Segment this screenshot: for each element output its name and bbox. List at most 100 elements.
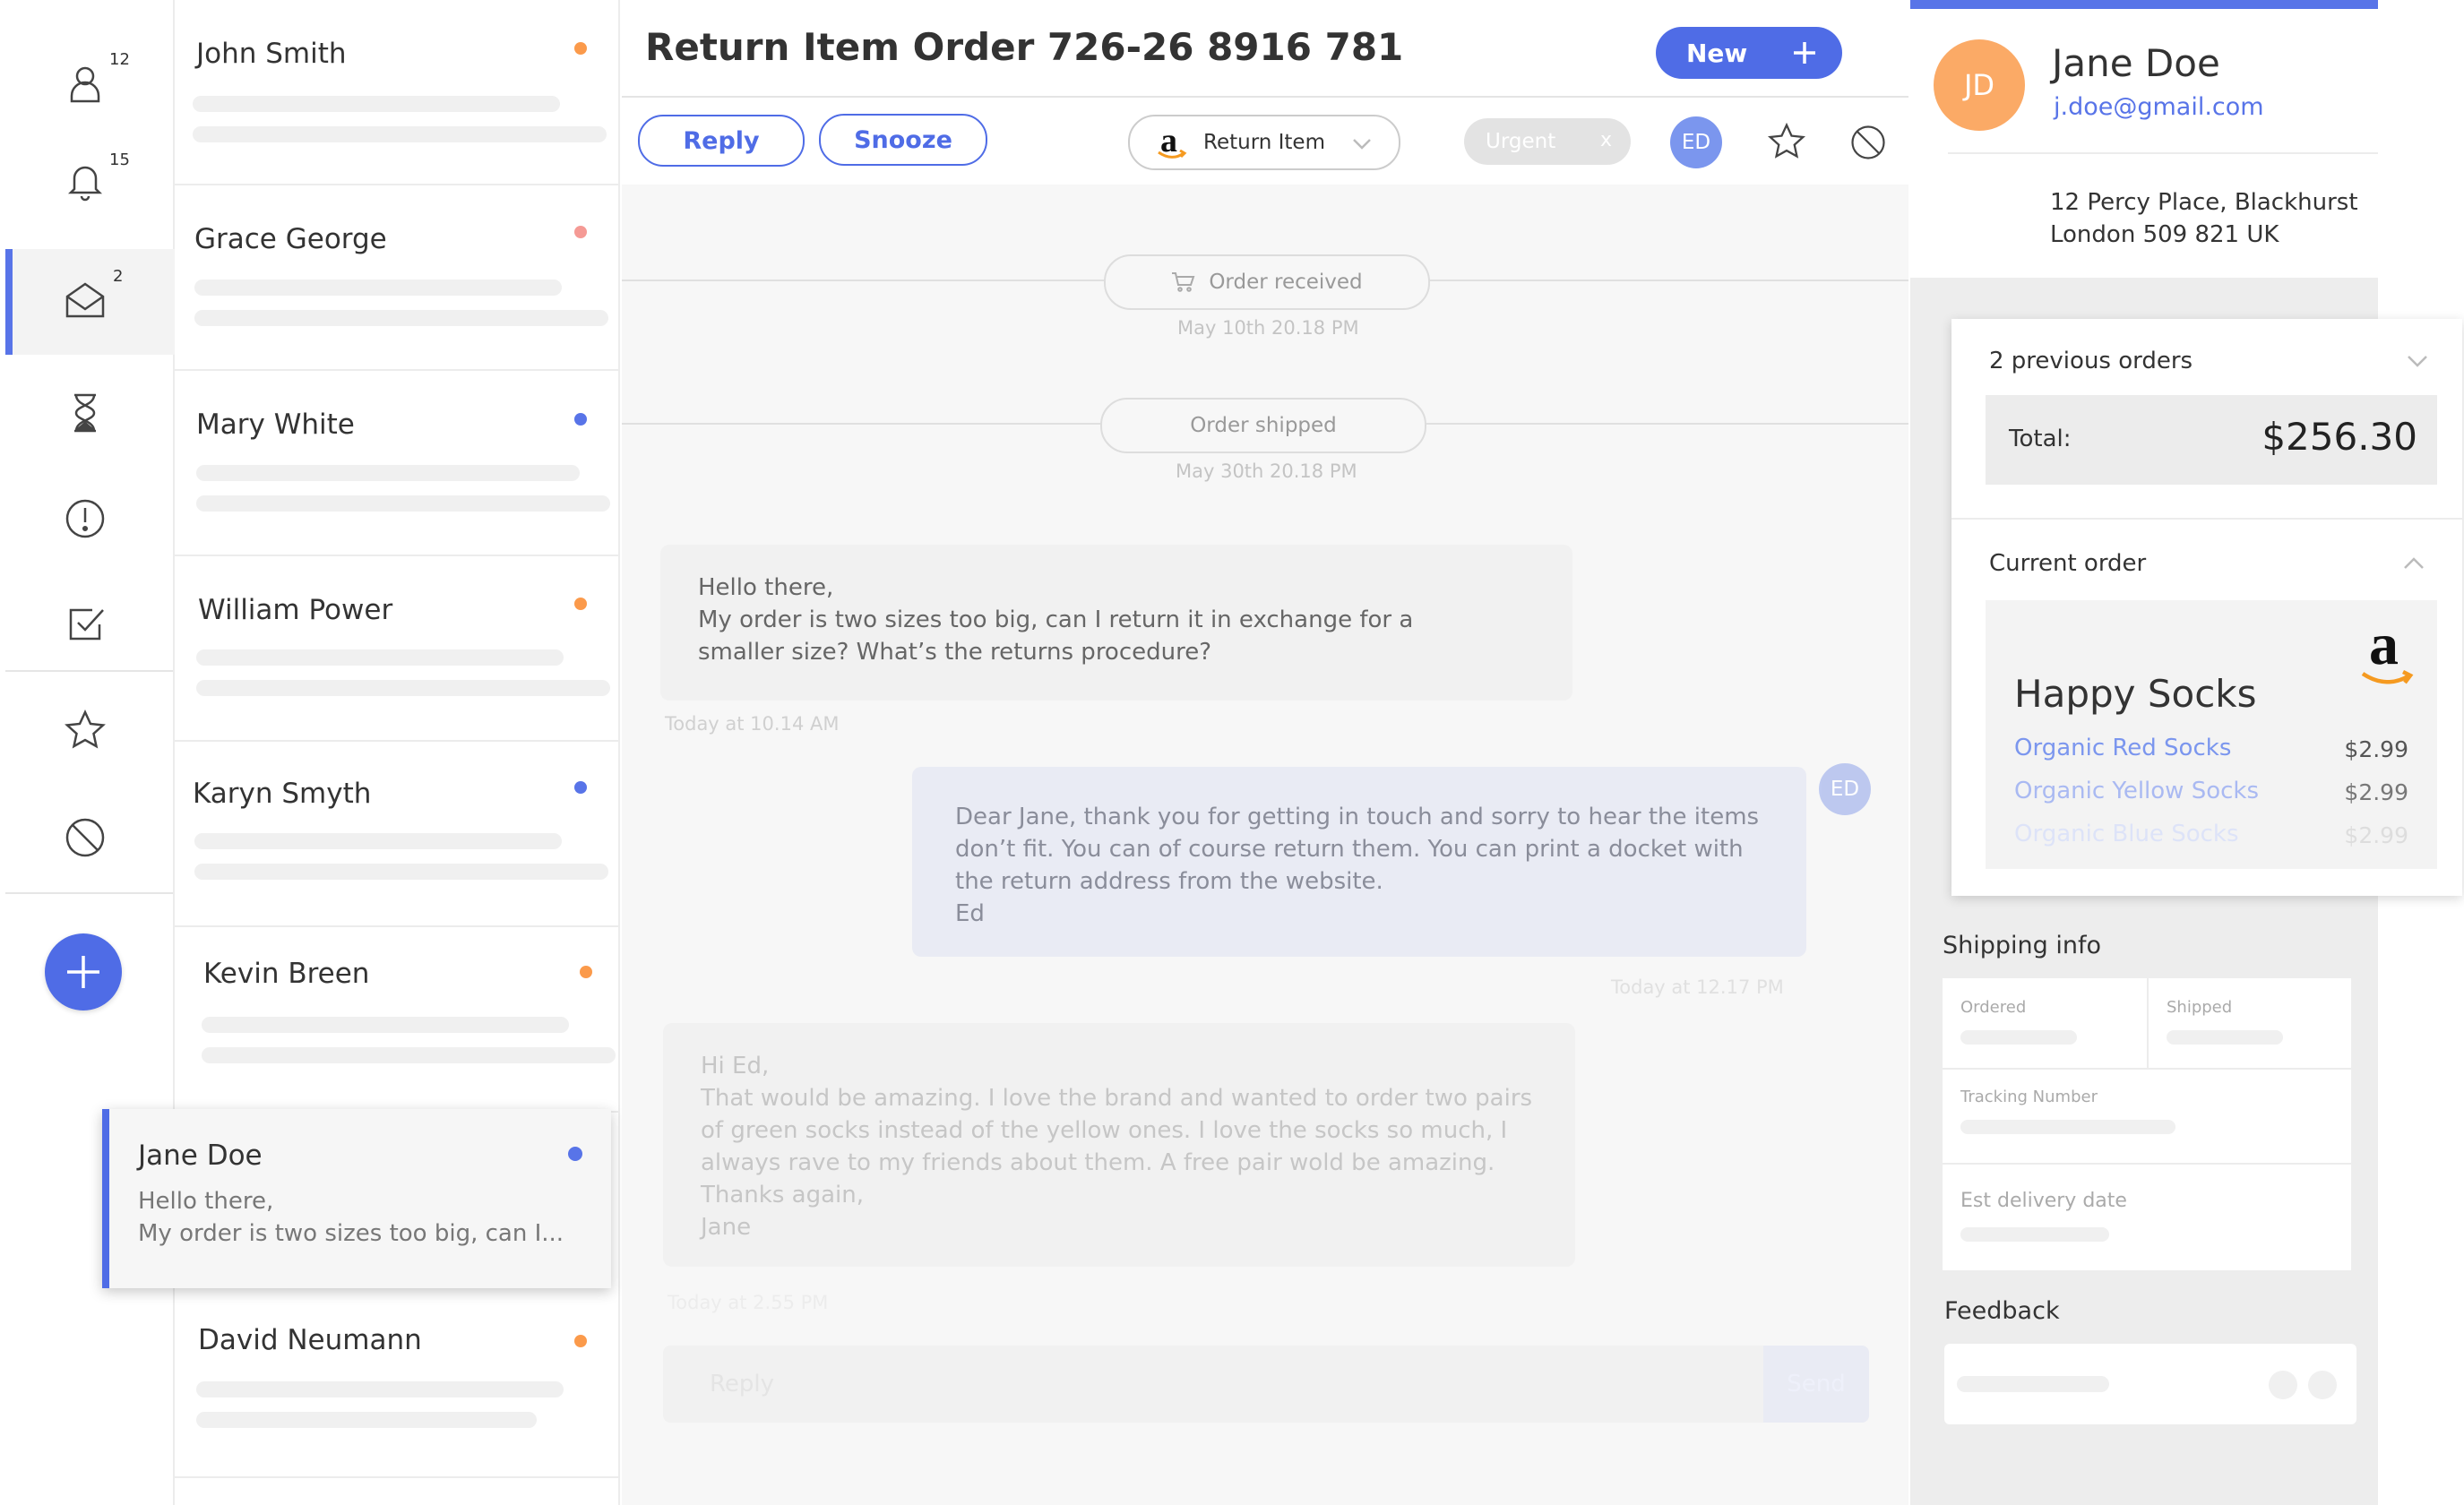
status-dot	[574, 413, 587, 426]
status-dot	[574, 1335, 587, 1347]
bell-icon	[67, 166, 103, 202]
customer-avatar: JD	[1934, 39, 2025, 131]
order-item-price: $2.99	[2344, 736, 2408, 762]
message-line: the return address from the website.	[955, 868, 1383, 895]
rail-divider	[5, 892, 173, 894]
amazon-logo-icon: a	[1158, 124, 1187, 160]
contact-item[interactable]: Kevin Breen	[175, 927, 620, 1113]
block-icon	[65, 818, 105, 857]
message-line: Thanks again,	[701, 1182, 864, 1208]
order-item-name[interactable]: Organic Yellow Socks	[2014, 778, 2259, 804]
inbox-badge: 2	[113, 267, 124, 286]
customer-email[interactable]: j.doe@gmail.com	[2054, 93, 2264, 121]
tracking-label: Tracking Number	[1960, 1088, 2098, 1106]
status-dot	[568, 1147, 582, 1161]
agent-avatar: ED	[1819, 763, 1871, 815]
shipping-card: Ordered Shipped Tracking Number Est deli…	[1943, 978, 2351, 1270]
block-icon[interactable]	[1849, 124, 1887, 161]
star-icon	[65, 710, 106, 749]
contact-item-selected[interactable]: Jane Doe Hello there, My order is two si…	[102, 1109, 611, 1288]
address-line: 12 Percy Place, Blackhurst	[2050, 189, 2358, 216]
status-dot	[574, 42, 587, 55]
rail-starred[interactable]	[36, 681, 134, 779]
rail-contacts[interactable]: 12	[36, 34, 134, 133]
plus-icon	[1794, 42, 1815, 64]
customer-address: 12 Percy Place, Blackhurst London 509 82…	[2050, 186, 2358, 251]
contact-item[interactable]: Karyn Smyth	[175, 742, 620, 927]
message-line: Jane	[701, 1214, 752, 1241]
message-line: don’t fit. You can of course return them…	[955, 836, 1744, 863]
hourglass-icon	[74, 393, 96, 433]
message-line: smaller size? What’s the returns procedu…	[698, 639, 1212, 666]
contact-name: Jane Doe	[138, 1140, 263, 1172]
contact-name: David Neumann	[198, 1324, 422, 1356]
message-timestamp: Today at 10.14 AM	[665, 713, 840, 735]
address-line: London 509 821 UK	[2050, 221, 2279, 248]
previous-orders-label[interactable]: 2 previous orders	[1989, 348, 2193, 374]
contact-name: John Smith	[196, 38, 347, 70]
message-line: always rave to my friends about them. A …	[701, 1149, 1495, 1176]
contact-name: Grace George	[194, 223, 387, 255]
ordered-label: Ordered	[1960, 998, 2027, 1017]
assignee-avatar[interactable]: ED	[1670, 116, 1722, 168]
feedback-option[interactable]	[2269, 1371, 2297, 1399]
order-item-price: $2.99	[2344, 822, 2408, 848]
urgent-tag-label: Urgent	[1486, 130, 1556, 153]
tag-select[interactable]: a Return Item	[1128, 115, 1400, 170]
send-button[interactable]: Send	[1763, 1346, 1869, 1423]
total-value: $256.30	[2262, 415, 2417, 459]
panel-accent	[1910, 0, 2378, 9]
contact-name: Kevin Breen	[203, 958, 370, 990]
order-item-name[interactable]: Organic Red Socks	[2014, 735, 2231, 761]
urgent-remove-icon[interactable]: x	[1600, 129, 1612, 151]
order-item-name[interactable]: Organic Blue Socks	[2014, 821, 2239, 847]
message-line: Ed	[955, 900, 985, 927]
new-button[interactable]: New	[1656, 27, 1842, 79]
reply-button[interactable]: Reply	[638, 115, 805, 167]
event-label: Order shipped	[1190, 414, 1337, 437]
message-line: of green socks instead of the yellow one…	[701, 1117, 1508, 1144]
rail-done[interactable]	[36, 575, 134, 674]
contact-name: Karyn Smyth	[193, 778, 372, 810]
contact-item[interactable]: David Neumann	[175, 1297, 620, 1478]
message-line: My order is two sizes too big, can I ret…	[698, 606, 1414, 633]
message-timestamp: Today at 12.17 PM	[1611, 976, 1784, 998]
message-line: That would be amazing. I love the brand …	[701, 1085, 1533, 1112]
contact-item[interactable]: Grace George	[175, 185, 620, 371]
status-dot	[580, 966, 592, 978]
divider	[1948, 152, 2378, 154]
message-bubble-customer: Hello there, My order is two sizes too b…	[660, 545, 1572, 701]
contact-item[interactable]: William Power	[175, 556, 620, 742]
contact-item[interactable]: Mary White	[175, 371, 620, 556]
feedback-option[interactable]	[2308, 1371, 2337, 1399]
rail-snoozed[interactable]	[36, 364, 134, 462]
rail-blocked[interactable]	[36, 788, 134, 887]
chevron-down-icon[interactable]	[2407, 355, 2428, 369]
event-date: May 30th 20.18 PM	[1176, 460, 1357, 482]
amazon-logo-icon: a	[2360, 615, 2417, 684]
chevron-up-icon[interactable]	[2403, 555, 2425, 570]
divider	[1951, 518, 2462, 520]
store-name: Happy Socks	[2014, 672, 2257, 716]
message-line: Dear Jane, thank you for getting in touc…	[955, 804, 1760, 830]
total-box: Total: $256.30	[1986, 395, 2437, 485]
reply-input[interactable]: Reply	[663, 1346, 1869, 1423]
contact-item[interactable]: John Smith	[175, 0, 620, 185]
message-line: Hi Ed,	[701, 1053, 770, 1079]
message-bubble-customer: Hi Ed, That would be amazing. I love the…	[663, 1023, 1575, 1267]
status-dot	[574, 226, 587, 238]
rail-notifications[interactable]: 15	[36, 131, 134, 229]
total-label: Total:	[2009, 426, 2072, 452]
contacts-badge: 12	[109, 50, 130, 69]
open-mail-icon	[65, 282, 105, 318]
urgent-tag[interactable]: Urgent x	[1464, 118, 1631, 165]
star-icon[interactable]	[1767, 122, 1806, 161]
add-button[interactable]	[45, 933, 122, 1010]
current-order-label[interactable]: Current order	[1989, 550, 2146, 577]
shipping-title: Shipping info	[1943, 932, 2102, 959]
rail-urgent[interactable]	[36, 469, 134, 568]
rail-inbox[interactable]: 2	[36, 251, 134, 349]
snooze-button[interactable]: Snooze	[819, 114, 987, 166]
notifications-badge: 15	[109, 150, 130, 169]
divider	[622, 96, 1908, 98]
